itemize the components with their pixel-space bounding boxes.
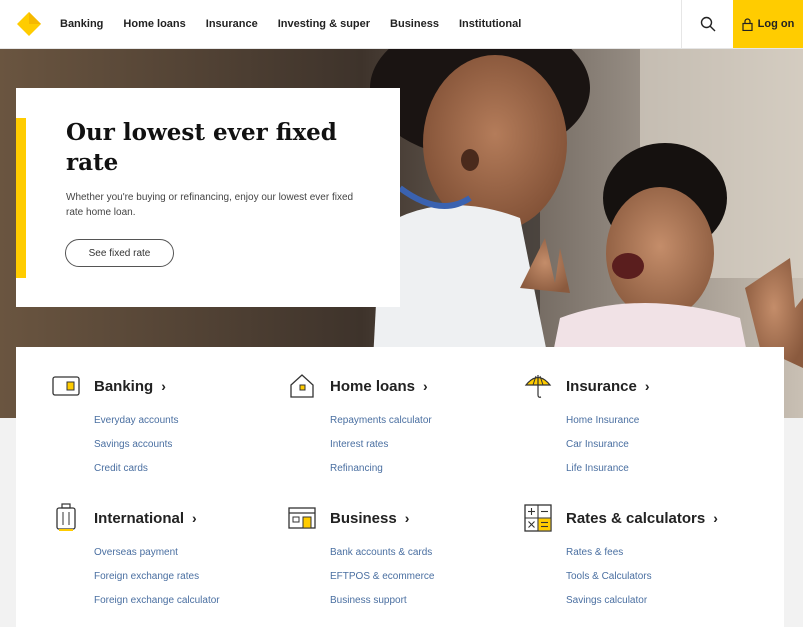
category-business-title: Business [330, 509, 397, 527]
umbrella-icon [524, 372, 552, 400]
category-home-loans: Home loans › Repayments calculator Inter… [288, 373, 518, 481]
link-home-insurance[interactable]: Home Insurance [566, 409, 754, 433]
category-business-heading[interactable]: Business › [288, 505, 518, 531]
link-foreign-exchange-rates[interactable]: Foreign exchange rates [94, 565, 282, 589]
link-foreign-exchange-calculator[interactable]: Foreign exchange calculator [94, 589, 282, 613]
link-overseas-payment[interactable]: Overseas payment [94, 541, 282, 565]
chevron-right-icon: › [644, 378, 650, 394]
category-rates-calculators-title: Rates & calculators [566, 509, 706, 527]
nav-home-loans[interactable]: Home loans [123, 18, 185, 30]
category-international: International › Overseas payment Foreign… [52, 503, 282, 613]
nav-banking[interactable]: Banking [60, 18, 103, 30]
chevron-right-icon: › [423, 378, 428, 394]
category-rates-calculators: Rates & calculators › Rates & fees Tools… [524, 504, 754, 613]
link-everyday-accounts[interactable]: Everyday accounts [94, 409, 282, 433]
link-credit-cards[interactable]: Credit cards [94, 457, 282, 481]
nav-insurance[interactable]: Insurance [206, 18, 258, 30]
log-on-button[interactable]: Log on [733, 0, 803, 48]
chevron-right-icon: › [161, 378, 166, 394]
category-banking-heading[interactable]: Banking › [52, 373, 282, 399]
category-banking-title: Banking [94, 377, 154, 395]
log-on-label: Log on [757, 18, 795, 30]
link-refinancing[interactable]: Refinancing [330, 457, 518, 481]
link-savings-calculator[interactable]: Savings calculator [566, 589, 754, 613]
link-rates-fees[interactable]: Rates & fees [566, 541, 754, 565]
search-icon [700, 16, 716, 32]
link-repayments-calculator[interactable]: Repayments calculator [330, 409, 518, 433]
category-international-title: International [94, 509, 185, 527]
card-icon [52, 372, 80, 400]
hero-card: Our lowest ever fixed rate Whether you'r… [16, 88, 400, 307]
main-menu: Banking Home loans Insurance Investing &… [60, 0, 521, 48]
shopfront-icon [288, 504, 316, 532]
house-icon [288, 372, 316, 400]
logo-icon[interactable] [16, 11, 42, 37]
link-interest-rates[interactable]: Interest rates [330, 433, 518, 457]
luggage-icon [52, 503, 80, 532]
hero-accent-bar [16, 118, 26, 278]
nav-business[interactable]: Business [390, 18, 439, 30]
link-business-support[interactable]: Business support [330, 589, 518, 613]
hero-title: Our lowest ever fixed rate [66, 119, 337, 176]
category-insurance: Insurance › Home Insurance Car Insurance… [524, 373, 754, 481]
category-banking: Banking › Everyday accounts Savings acco… [52, 373, 282, 481]
link-savings-accounts[interactable]: Savings accounts [94, 433, 282, 457]
chevron-right-icon: › [713, 510, 718, 526]
chevron-right-icon: › [192, 510, 197, 526]
category-international-heading[interactable]: International › [52, 503, 282, 532]
search-button[interactable] [681, 0, 734, 48]
category-business: Business › Bank accounts & cards EFTPOS … [288, 505, 518, 613]
category-insurance-title: Insurance [566, 377, 637, 395]
hero-description: Whether you're buying or refinancing, en… [66, 192, 354, 218]
category-rates-calculators-heading[interactable]: Rates & calculators › [524, 504, 754, 532]
link-life-insurance[interactable]: Life Insurance [566, 457, 754, 481]
nav-investing-super[interactable]: Investing & super [278, 18, 370, 30]
link-car-insurance[interactable]: Car Insurance [566, 433, 754, 457]
chevron-right-icon: › [404, 510, 410, 526]
category-home-loans-title: Home loans [330, 377, 416, 395]
categories-panel: Banking › Everyday accounts Savings acco… [16, 347, 784, 627]
nav-institutional[interactable]: Institutional [459, 18, 521, 30]
calculator-icon [524, 504, 552, 532]
link-eftpos-ecommerce[interactable]: EFTPOS & ecommerce [330, 565, 518, 589]
lock-icon [742, 17, 753, 31]
link-tools-calculators[interactable]: Tools & Calculators [566, 565, 754, 589]
category-home-loans-heading[interactable]: Home loans › [288, 373, 518, 399]
link-bank-accounts-cards[interactable]: Bank accounts & cards [330, 541, 518, 565]
see-fixed-rate-button[interactable]: See fixed rate [65, 239, 174, 267]
top-nav: Banking Home loans Insurance Investing &… [0, 0, 803, 49]
category-insurance-heading[interactable]: Insurance › [524, 373, 754, 399]
